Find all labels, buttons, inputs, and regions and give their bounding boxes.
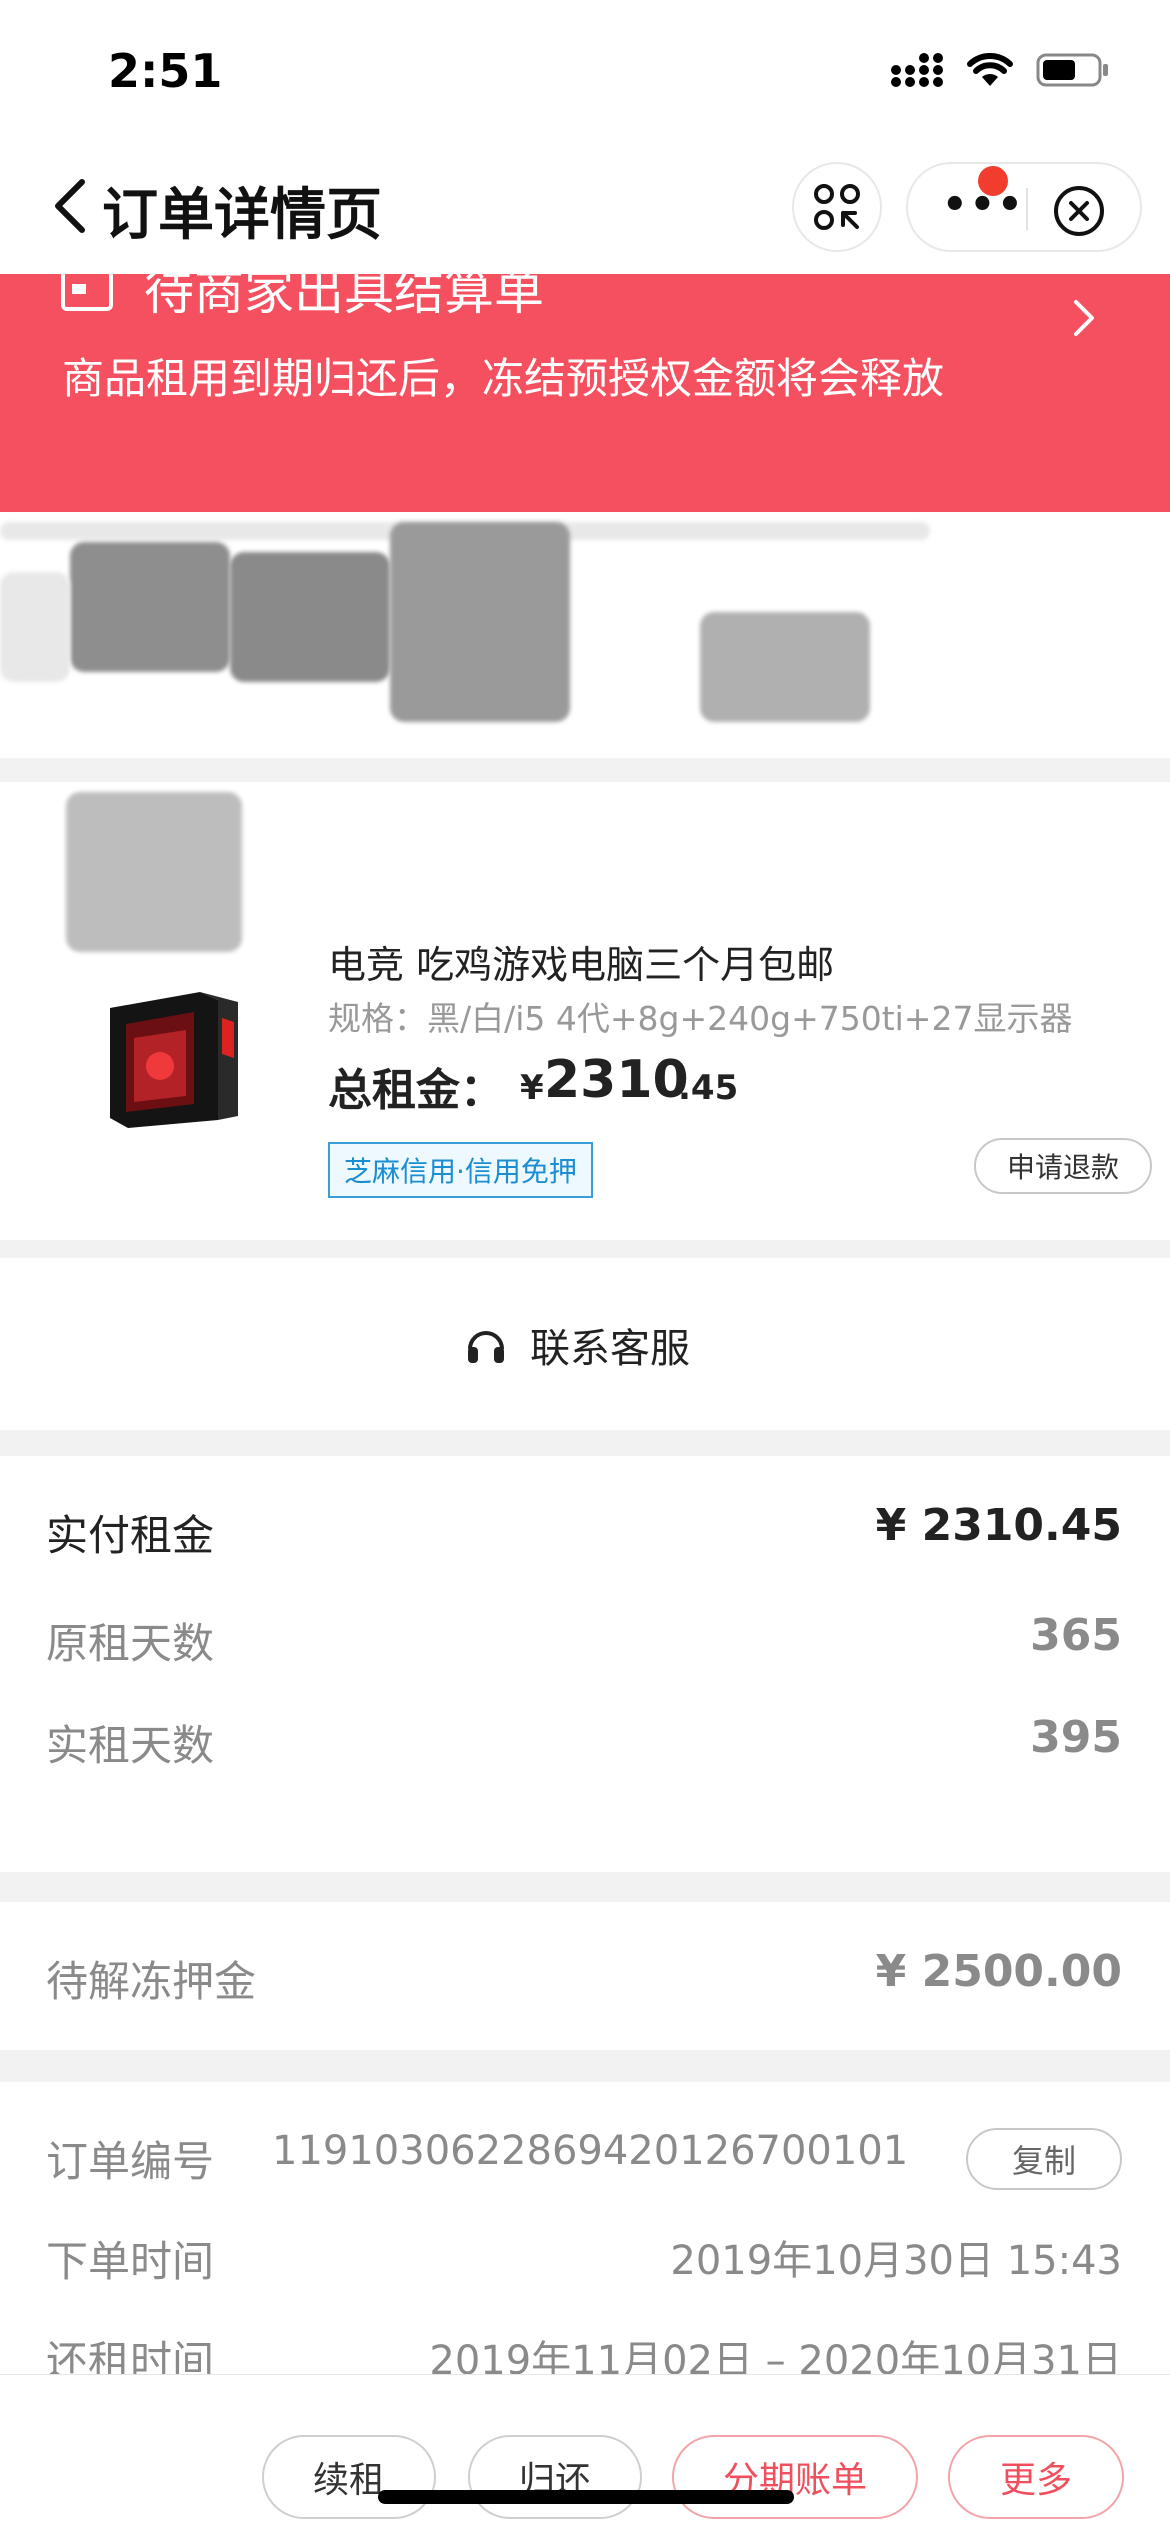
order-time-value: 2019年10月30日 15:43: [670, 2238, 1122, 2284]
nav-bar: 订单详情页 •••: [0, 140, 1170, 274]
notification-dot: [978, 166, 1008, 196]
refund-button[interactable]: 申请退款: [974, 1138, 1152, 1194]
capsule-divider: [1026, 188, 1028, 230]
deposit-label: 待解冻押金: [46, 1957, 257, 2006]
product-image: [110, 992, 238, 1128]
headset-icon: [468, 1331, 504, 1363]
bottom-action-bar: 续租 归还 分期账单 更多: [0, 2374, 1170, 2532]
redaction-block: [0, 572, 70, 682]
status-icons: [890, 52, 1110, 88]
status-banner[interactable]: 待商家出具结算单 商品租用到期归还后，冻结预授权金额将会释放: [0, 274, 1170, 512]
deposit-value: ¥ 2500.00: [875, 1946, 1122, 1997]
order-time-label: 下单时间: [46, 2237, 215, 2286]
scan-button[interactable]: [792, 162, 882, 252]
contact-service-inner: 联系客服: [464, 1316, 690, 1374]
redaction-block: [70, 542, 230, 672]
banner-message: 商品租用到期归还后，冻结预授权金额将会释放: [62, 354, 945, 403]
order-info-section: 订单编号 1191030622869420126700101 复制 下单时间 2…: [0, 2082, 1170, 2382]
product-card[interactable]: 电竞 吃鸡游戏电脑三个月包邮 规格：黑/白/i5 4代+8g+240g+750t…: [0, 782, 1170, 1240]
rent-info-section: 实付租金 ¥ 2310.45 原租天数 365 实租天数 395: [0, 1456, 1170, 1872]
paid-rent-label: 实付租金: [46, 1511, 215, 1560]
product-name: 电竞 吃鸡游戏电脑三个月包邮: [328, 943, 835, 987]
total-rent-label: 总租金：: [328, 1065, 504, 1116]
wifi-icon: [967, 53, 1013, 86]
original-days-value: 365: [1030, 1610, 1122, 1661]
installment-bill-button[interactable]: 分期账单: [672, 2435, 918, 2519]
page-title: 订单详情页: [102, 183, 382, 248]
total-rent-decimal: .45: [678, 1068, 739, 1108]
actual-days-label: 实租天数: [46, 1721, 215, 1770]
more-button[interactable]: 更多: [948, 2435, 1124, 2519]
contact-service-row[interactable]: 联系客服: [0, 1258, 1170, 1430]
return-button[interactable]: 归还: [468, 2435, 642, 2519]
home-indicator: [378, 2490, 794, 2504]
total-rent-currency: ¥: [520, 1068, 544, 1108]
redaction-block: [66, 792, 242, 952]
copy-button[interactable]: 复制: [966, 2128, 1122, 2190]
mini-program-capsule: •••: [906, 162, 1142, 252]
close-circle-icon[interactable]: [1052, 184, 1106, 238]
order-no-label: 订单编号: [46, 2137, 215, 2186]
cellular-signal-icon: [891, 53, 943, 87]
deposit-section: 待解冻押金 ¥ 2500.00: [0, 1902, 1170, 2050]
renew-button[interactable]: 续租: [262, 2435, 436, 2519]
order-no-value: 1191030622869420126700101: [272, 2128, 909, 2174]
chevron-right-icon: [1074, 300, 1094, 336]
original-days-label: 原租天数: [46, 1619, 215, 1668]
status-time: 2:51: [108, 44, 223, 98]
paid-rent-value: ¥ 2310.45: [875, 1500, 1122, 1551]
mini-program-icon: [814, 184, 860, 230]
total-rent-integer: 2310: [544, 1050, 689, 1110]
redaction-block: [230, 552, 390, 682]
redacted-store-section: [0, 512, 1170, 758]
credit-tag: 芝麻信用·信用免押: [328, 1142, 593, 1198]
calendar-icon: [61, 274, 113, 311]
redaction-block: [390, 522, 570, 722]
banner-title: 待商家出具结算单: [144, 274, 544, 321]
back-chevron-icon[interactable]: [44, 176, 104, 236]
battery-icon: [1036, 53, 1108, 87]
redaction-block: [700, 612, 870, 722]
product-spec: 规格：黑/白/i5 4代+8g+240g+750ti+27显示器: [328, 999, 1073, 1038]
contact-service-label: 联系客服: [530, 1326, 690, 1372]
status-bar: 2:51: [0, 0, 1170, 140]
actual-days-value: 395: [1030, 1712, 1122, 1763]
